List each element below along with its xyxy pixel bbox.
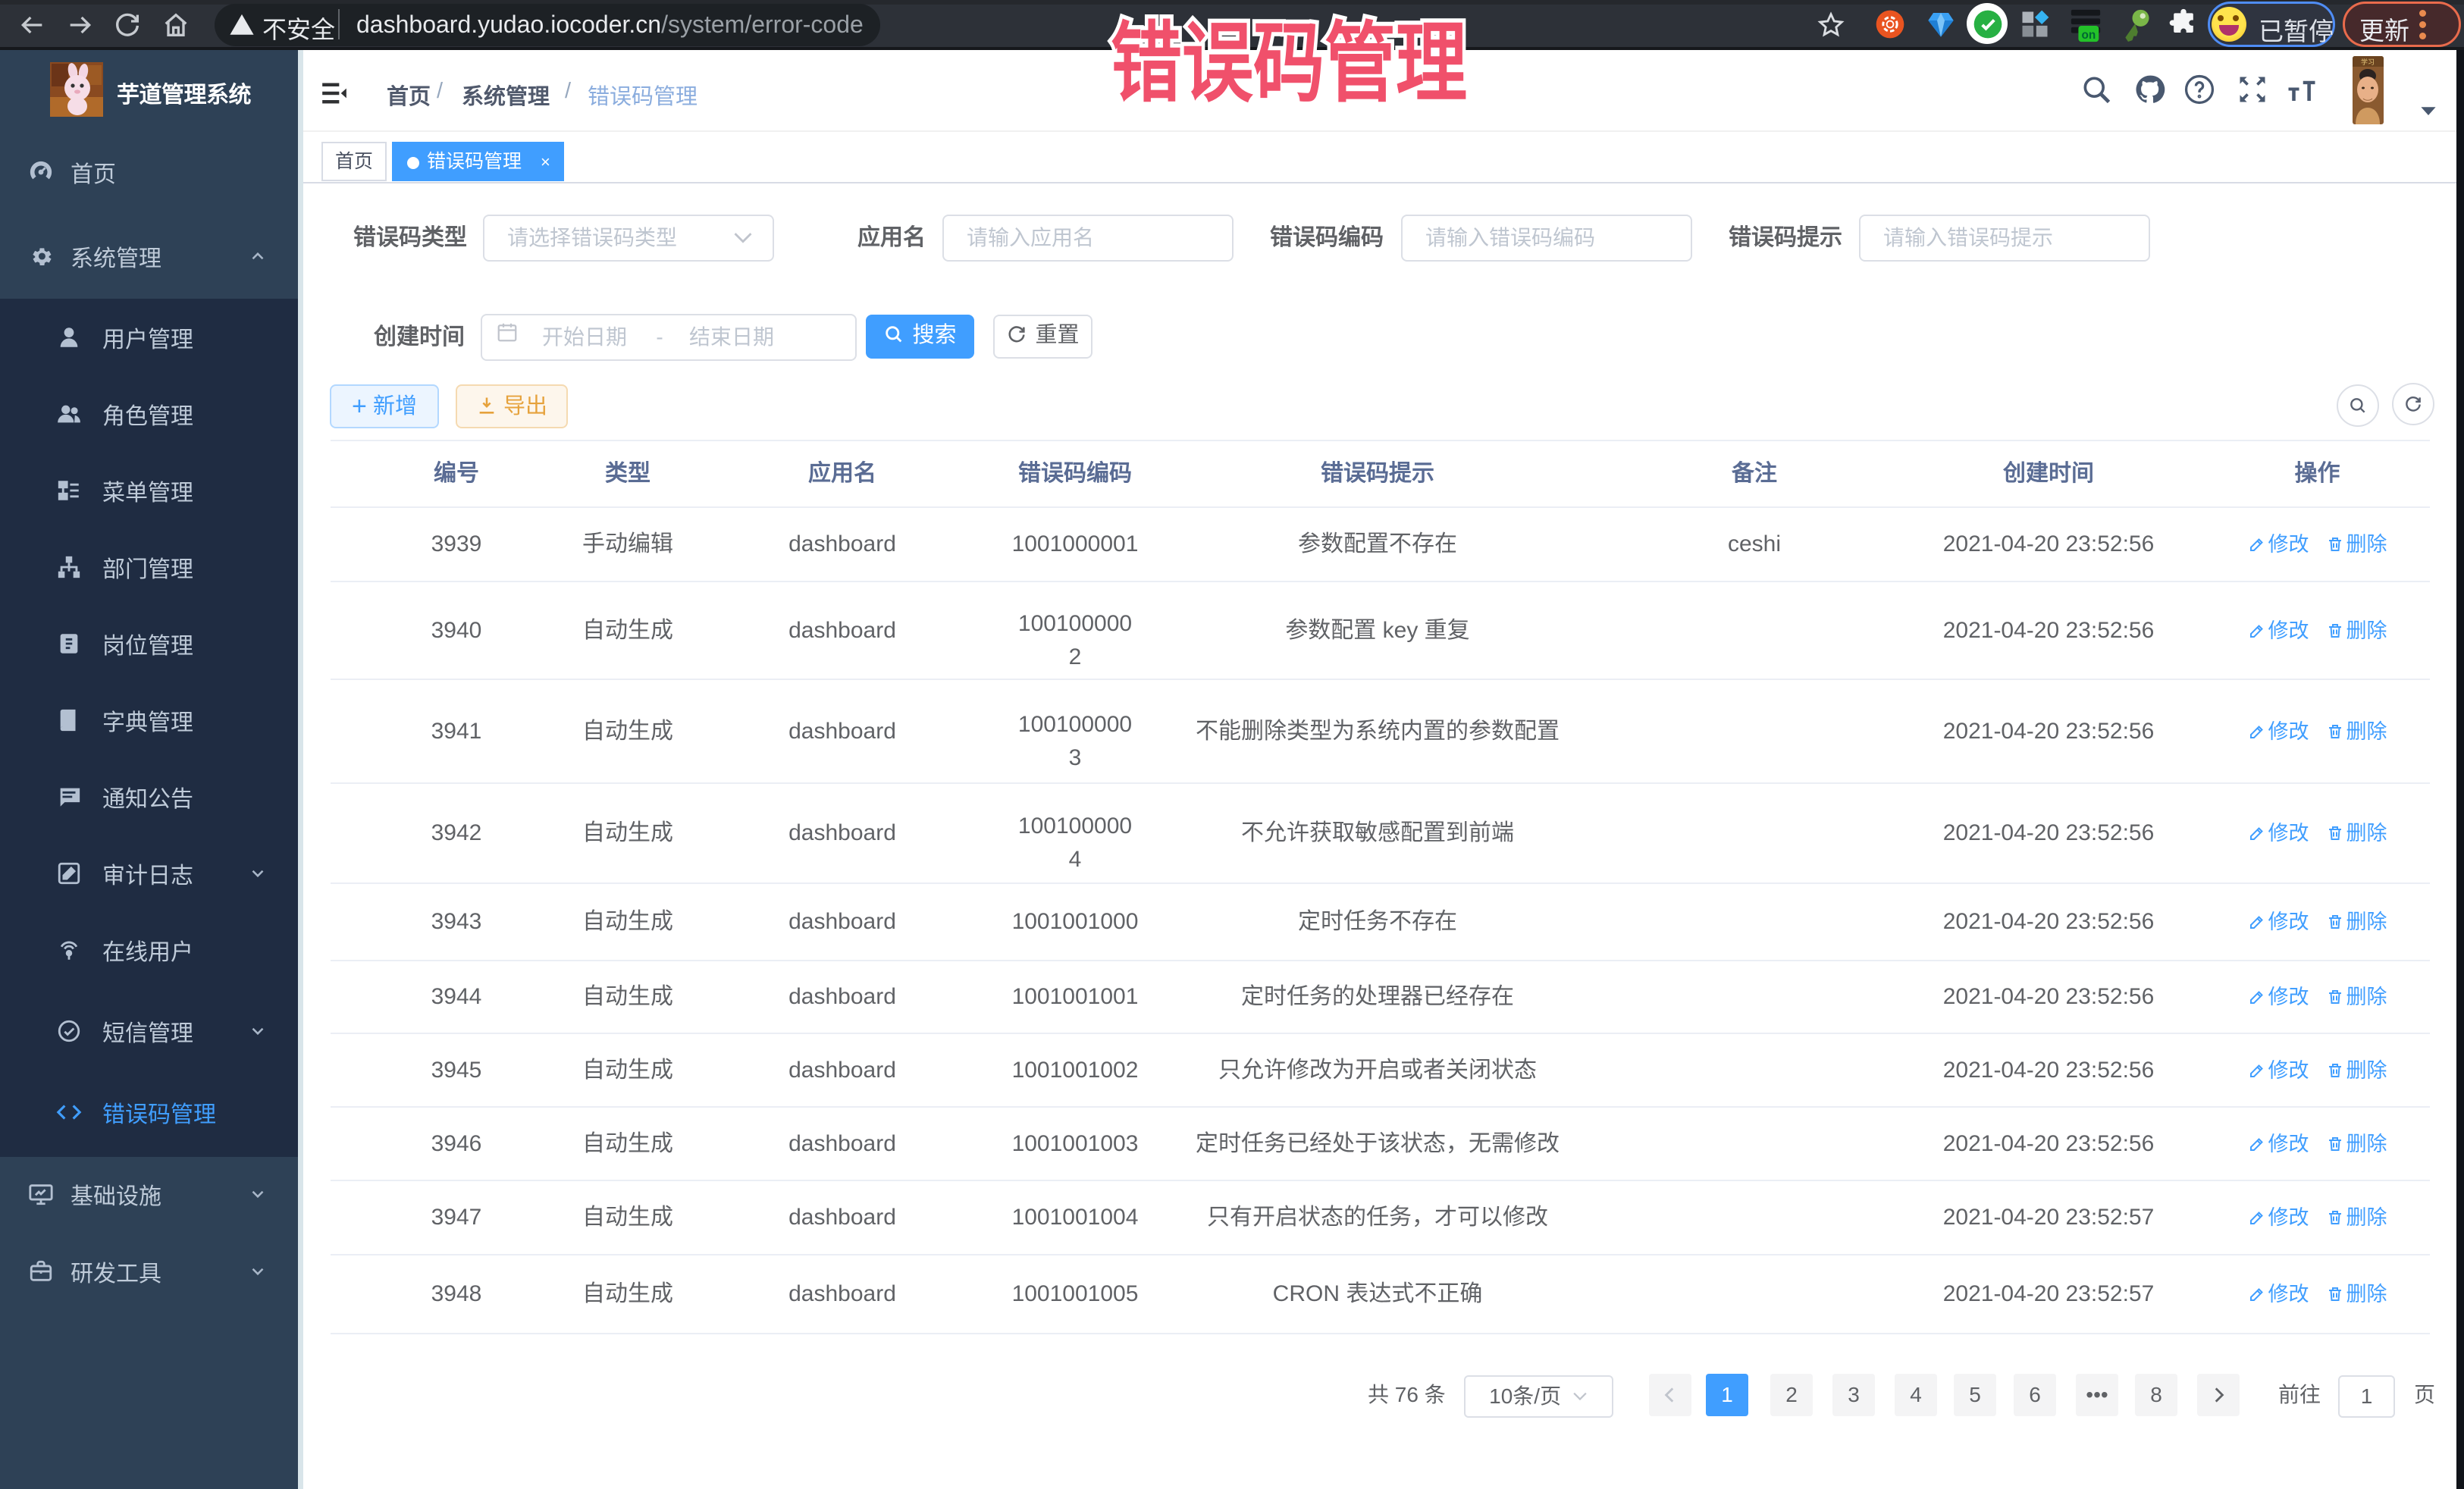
svg-text:学习: 学习: [2361, 58, 2375, 66]
svg-text:错误码管理: 错误码管理: [1111, 15, 1467, 112]
svg-text:on: on: [2081, 29, 2096, 42]
